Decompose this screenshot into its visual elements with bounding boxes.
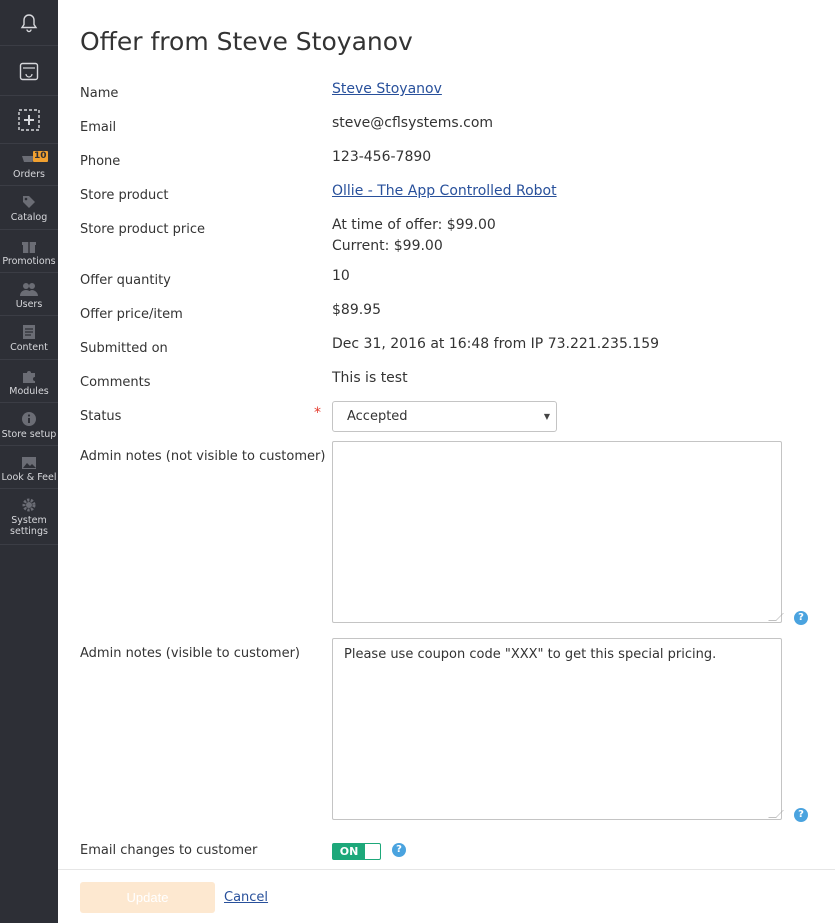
- sidebar-item-modules[interactable]: Modules: [0, 360, 58, 403]
- submitted-on-label: Submitted on: [80, 341, 168, 356]
- puzzle-icon: [23, 370, 35, 383]
- submitted-on-value: Dec 31, 2016 at 16:48 from IP 73.221.235…: [332, 336, 660, 352]
- sidebar: 10 Orders Catalog Promotions Users Conte…: [0, 0, 58, 923]
- sidebar-item-label: Content: [10, 342, 48, 353]
- sidebar-item-label: Store setup: [1, 428, 57, 440]
- status-label: Status: [80, 409, 122, 424]
- toggle-on-label: ON: [333, 844, 365, 859]
- offer-quantity-value: 10: [332, 268, 350, 284]
- sidebar-item-orders[interactable]: 10 Orders: [0, 144, 58, 186]
- dropdown-arrow-icon: ▼: [543, 412, 550, 421]
- storefront-button[interactable]: [0, 46, 58, 96]
- info-icon: [22, 411, 36, 426]
- quick-add-button[interactable]: [0, 96, 58, 144]
- sidebar-item-look-feel[interactable]: Look & Feel: [0, 446, 58, 489]
- resize-grip-icon[interactable]: [768, 613, 784, 621]
- email-label: Email: [80, 120, 117, 135]
- sidebar-item-label: Modules: [9, 385, 49, 397]
- admin-notes-public-value: Please use coupon code "XXX" to get this…: [344, 647, 717, 662]
- email-value: steve@cflsystems.com: [332, 115, 494, 131]
- comments-label: Comments: [80, 375, 151, 390]
- notifications-button[interactable]: [0, 0, 58, 46]
- comments-value: This is test: [332, 370, 408, 386]
- gear-icon: [22, 498, 36, 512]
- bell-icon: [20, 13, 38, 32]
- sidebar-item-catalog[interactable]: Catalog: [0, 186, 58, 230]
- name-label: Name: [80, 86, 119, 101]
- price-at-offer-value: At time of offer: $99.00: [332, 217, 496, 233]
- email-changes-toggle[interactable]: ON: [332, 843, 381, 860]
- sidebar-item-label: Catalog: [10, 212, 48, 223]
- phone-value: 123-456-7890: [332, 149, 432, 165]
- offer-price-value: $89.95: [332, 302, 381, 318]
- gift-icon: [22, 241, 36, 253]
- sidebar-item-label: Promotions: [2, 255, 56, 267]
- tag-icon: [23, 196, 35, 208]
- admin-notes-public-textarea[interactable]: Please use coupon code "XXX" to get this…: [332, 638, 784, 820]
- sidebar-item-promotions[interactable]: Promotions: [0, 230, 58, 273]
- image-icon: [22, 456, 36, 469]
- cancel-link[interactable]: Cancel: [224, 890, 268, 905]
- sidebar-item-system-settings[interactable]: System settings: [0, 489, 58, 545]
- content-icon: [23, 325, 35, 339]
- store-product-label: Store product: [80, 188, 169, 203]
- store-product-link[interactable]: Ollie - The App Controlled Robot: [332, 183, 557, 199]
- admin-notes-public-help-icon[interactable]: ?: [794, 808, 808, 822]
- orders-badge: 10: [33, 151, 48, 162]
- form-footer: Update Cancel: [58, 869, 835, 923]
- admin-notes-private-help-icon[interactable]: ?: [794, 611, 808, 625]
- status-select[interactable]: Accepted ▼: [332, 401, 557, 432]
- page-title: Offer from Steve Stoyanov: [80, 27, 413, 56]
- sidebar-item-label: Orders: [13, 169, 45, 180]
- store-product-price-label: Store product price: [80, 222, 205, 237]
- status-selected-value: Accepted: [347, 409, 408, 424]
- sidebar-item-label: System settings: [10, 515, 48, 537]
- resize-grip-icon[interactable]: [768, 810, 784, 818]
- required-marker: *: [314, 405, 321, 421]
- add-icon: [18, 108, 40, 131]
- update-button[interactable]: Update: [80, 882, 215, 913]
- admin-notes-private-textarea[interactable]: [332, 441, 784, 623]
- offer-price-label: Offer price/item: [80, 307, 183, 322]
- sidebar-item-label: Users: [15, 298, 43, 310]
- sidebar-item-users[interactable]: Users: [0, 273, 58, 316]
- email-changes-help-icon[interactable]: ?: [392, 843, 406, 857]
- sidebar-item-content[interactable]: Content: [0, 316, 58, 360]
- price-current-value: Current: $99.00: [332, 238, 443, 254]
- admin-notes-public-label: Admin notes (visible to customer): [80, 646, 300, 661]
- sidebar-item-label: Look & Feel: [1, 471, 57, 483]
- sidebar-item-store-setup[interactable]: Store setup: [0, 403, 58, 446]
- phone-label: Phone: [80, 154, 121, 169]
- offer-quantity-label: Offer quantity: [80, 273, 171, 288]
- customer-name-link[interactable]: Steve Stoyanov: [332, 81, 442, 97]
- calendar-icon: [19, 62, 39, 80]
- offer-details: Offer from Steve Stoyanov Name Steve Sto…: [58, 0, 835, 923]
- email-changes-label: Email changes to customer: [80, 843, 258, 858]
- admin-notes-private-label: Admin notes (not visible to customer): [80, 449, 326, 464]
- users-icon: [20, 282, 38, 296]
